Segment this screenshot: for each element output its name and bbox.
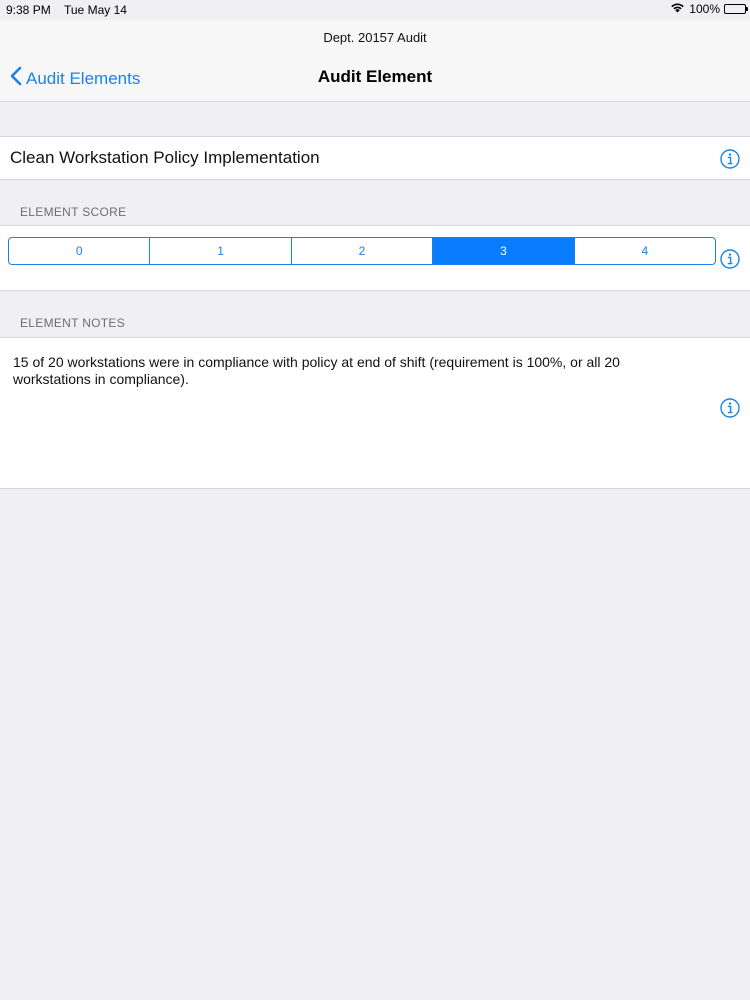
score-segment-1[interactable]: 1 [150, 238, 292, 264]
element-notes-header: ELEMENT NOTES [20, 316, 126, 330]
status-date: Tue May 14 [64, 3, 127, 17]
status-right: 100% [670, 2, 748, 16]
status-time: 9:38 PM [6, 3, 51, 17]
element-name-cell: Clean Workstation Policy Implementation [0, 136, 750, 180]
score-segment-2[interactable]: 2 [292, 238, 434, 264]
score-segment-0[interactable]: 0 [9, 238, 151, 264]
score-segment-3[interactable]: 3 [433, 238, 575, 264]
info-icon[interactable] [720, 398, 740, 418]
element-name: Clean Workstation Policy Implementation [10, 148, 320, 167]
element-notes-text[interactable]: 15 of 20 workstations were in compliance… [13, 354, 673, 388]
info-icon[interactable] [720, 149, 740, 169]
element-score-header: ELEMENT SCORE [20, 205, 127, 219]
element-score-cell: 0 1 2 3 4 [0, 225, 750, 291]
status-bar: 9:38 PM Tue May 14 100% [0, 0, 750, 20]
score-segment-4[interactable]: 4 [575, 238, 715, 264]
battery-percent: 100% [689, 2, 720, 16]
audit-context-title: Dept. 20157 Audit [323, 30, 427, 45]
page-title: Audit Element [317, 67, 433, 86]
element-notes-cell[interactable]: 15 of 20 workstations were in compliance… [0, 337, 750, 489]
info-icon[interactable] [720, 249, 740, 269]
score-segmented-control: 0 1 2 3 4 [8, 237, 716, 265]
wifi-icon [670, 2, 685, 16]
navigation-bar: Dept. 20157 Audit Audit Elements Audit E… [0, 20, 750, 102]
battery-icon [724, 4, 748, 14]
